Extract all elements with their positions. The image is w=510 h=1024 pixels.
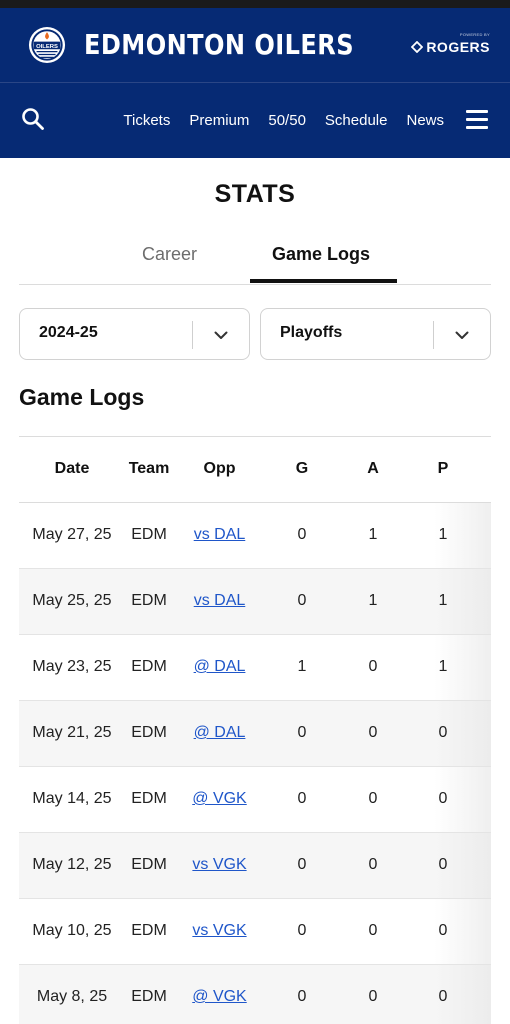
chevron-down-icon bbox=[455, 331, 469, 339]
cell-date: May 10, 25 bbox=[32, 922, 112, 939]
cell-date: May 21, 25 bbox=[32, 724, 112, 741]
cell-date: May 14, 25 bbox=[32, 790, 112, 807]
cell-goals: 0 bbox=[297, 988, 307, 1005]
search-icon[interactable] bbox=[20, 106, 46, 132]
cell-team: EDM bbox=[131, 790, 167, 807]
game-type-select[interactable]: Playoffs bbox=[260, 308, 491, 360]
table-row: May 21, 25 EDM @ DAL 0 0 0 bbox=[19, 701, 491, 767]
cell-points: 0 bbox=[438, 856, 448, 873]
rogers-mark-icon bbox=[411, 41, 424, 53]
sponsor-name: ROGERS bbox=[426, 39, 490, 55]
active-tab-indicator bbox=[250, 279, 397, 283]
opponent-link[interactable]: @ VGK bbox=[181, 790, 258, 808]
tab-game-logs[interactable]: Game Logs bbox=[272, 244, 370, 265]
opponent-link[interactable]: @ DAL bbox=[181, 658, 258, 676]
sponsor-name-group: ROGERS bbox=[411, 39, 490, 55]
table-row: May 25, 25 EDM vs DAL 0 1 1 bbox=[19, 569, 491, 635]
cell-goals: 0 bbox=[297, 526, 307, 543]
cell-points: 1 bbox=[438, 592, 448, 609]
opponent-link[interactable]: vs DAL bbox=[181, 592, 258, 610]
cell-date: May 12, 25 bbox=[32, 856, 112, 873]
cell-goals: 0 bbox=[297, 724, 307, 741]
cell-team: EDM bbox=[131, 724, 167, 741]
cell-goals: 0 bbox=[297, 790, 307, 807]
cell-team: EDM bbox=[131, 856, 167, 873]
logo-text: OILERS bbox=[36, 44, 58, 50]
cell-assists: 0 bbox=[368, 988, 378, 1005]
column-header-assists[interactable]: A bbox=[359, 460, 387, 478]
cell-points: 0 bbox=[438, 724, 448, 741]
nav-links: Tickets Premium 50/50 Schedule News bbox=[123, 83, 444, 158]
column-header-points[interactable]: P bbox=[429, 460, 457, 478]
cell-team: EDM bbox=[131, 592, 167, 609]
cell-assists: 0 bbox=[368, 658, 378, 675]
sponsor-caption: POWERED BY bbox=[459, 32, 490, 37]
cell-assists: 0 bbox=[368, 856, 378, 873]
top-status-strip bbox=[0, 0, 510, 8]
select-divider bbox=[433, 321, 434, 349]
cell-date: May 27, 25 bbox=[32, 526, 112, 543]
cell-date: May 23, 25 bbox=[32, 658, 112, 675]
cell-points: 0 bbox=[438, 922, 448, 939]
cell-assists: 0 bbox=[368, 790, 378, 807]
cell-date: May 25, 25 bbox=[32, 592, 112, 609]
season-select[interactable]: 2024-25 bbox=[19, 308, 250, 360]
opponent-link[interactable]: vs VGK bbox=[181, 922, 258, 940]
section-title: Game Logs bbox=[19, 384, 145, 410]
stats-tabs: Career Game Logs bbox=[19, 236, 491, 285]
hamburger-menu-icon[interactable] bbox=[466, 110, 488, 130]
table-row: May 14, 25 EDM @ VGK 0 0 0 bbox=[19, 767, 491, 833]
cell-team: EDM bbox=[131, 658, 167, 675]
table-row: May 8, 25 EDM @ VGK 0 0 0 bbox=[19, 965, 491, 1024]
table-row: May 27, 25 EDM vs DAL 0 1 1 bbox=[19, 503, 491, 569]
opponent-link[interactable]: @ VGK bbox=[181, 988, 258, 1006]
nav-link-schedule[interactable]: Schedule bbox=[325, 112, 388, 129]
cell-points: 0 bbox=[438, 988, 448, 1005]
cell-assists: 0 bbox=[368, 922, 378, 939]
season-select-value: 2024-25 bbox=[39, 324, 98, 341]
cell-team: EDM bbox=[131, 526, 167, 543]
cell-goals: 0 bbox=[297, 856, 307, 873]
chevron-down-icon bbox=[214, 331, 228, 339]
game-type-select-value: Playoffs bbox=[280, 324, 343, 341]
cell-points: 0 bbox=[438, 790, 448, 807]
brand-bar: OILERS EDMONTON OILERS POWERED BY ROGERS bbox=[0, 8, 510, 82]
column-header-goals[interactable]: G bbox=[288, 460, 316, 478]
cell-assists: 1 bbox=[368, 526, 378, 543]
table-row: May 23, 25 EDM @ DAL 1 0 1 bbox=[19, 635, 491, 701]
page-title: STATS bbox=[214, 180, 296, 208]
cell-team: EDM bbox=[131, 988, 167, 1005]
table-row: May 10, 25 EDM vs VGK 0 0 0 bbox=[19, 899, 491, 965]
column-header-opp[interactable]: Opp bbox=[181, 460, 258, 478]
site-header: OILERS EDMONTON OILERS POWERED BY ROGERS… bbox=[0, 8, 510, 158]
cell-date: May 8, 25 bbox=[36, 988, 108, 1005]
nav-link-news[interactable]: News bbox=[406, 112, 444, 129]
select-divider bbox=[192, 321, 193, 349]
cell-goals: 1 bbox=[297, 658, 307, 675]
sponsor-logo[interactable]: POWERED BY ROGERS bbox=[410, 32, 490, 58]
cell-team: EDM bbox=[131, 922, 167, 939]
cell-goals: 0 bbox=[297, 922, 307, 939]
cell-goals: 0 bbox=[297, 592, 307, 609]
game-logs-table: Date Team Opp G A P May 27, 25 EDM vs DA… bbox=[19, 436, 491, 1024]
team-name[interactable]: EDMONTON OILERS bbox=[84, 28, 354, 61]
table-row: May 12, 25 EDM vs VGK 0 0 0 bbox=[19, 833, 491, 899]
tab-career[interactable]: Career bbox=[142, 244, 197, 265]
column-header-date[interactable]: Date bbox=[19, 460, 125, 478]
oilers-logo-icon[interactable]: OILERS bbox=[28, 26, 66, 64]
nav-link-50-50[interactable]: 50/50 bbox=[268, 112, 306, 129]
opponent-link[interactable]: vs DAL bbox=[181, 526, 258, 544]
cell-assists: 0 bbox=[368, 724, 378, 741]
cell-points: 1 bbox=[438, 658, 448, 675]
cell-assists: 1 bbox=[368, 592, 378, 609]
table-header: Date Team Opp G A P bbox=[19, 437, 491, 503]
opponent-link[interactable]: @ DAL bbox=[181, 724, 258, 742]
cell-points: 1 bbox=[438, 526, 448, 543]
nav-link-tickets[interactable]: Tickets bbox=[123, 112, 170, 129]
main-nav: Tickets Premium 50/50 Schedule News bbox=[0, 83, 510, 158]
column-header-team[interactable]: Team bbox=[125, 460, 173, 478]
opponent-link[interactable]: vs VGK bbox=[181, 856, 258, 874]
nav-link-premium[interactable]: Premium bbox=[189, 112, 249, 129]
table-body: May 27, 25 EDM vs DAL 0 1 1 May 25, 25 E… bbox=[19, 503, 491, 1024]
